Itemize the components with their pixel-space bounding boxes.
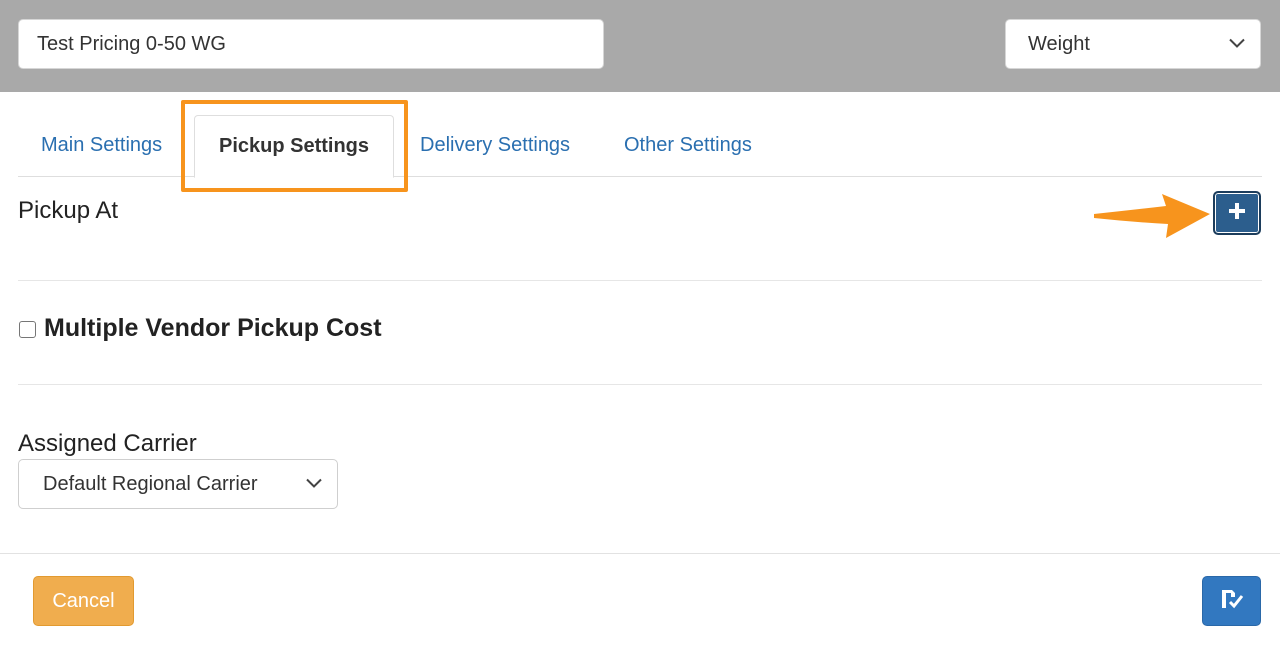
pricing-name-input[interactable] xyxy=(18,19,604,69)
tab-label: Delivery Settings xyxy=(420,134,571,156)
multiple-vendor-pickup-label: Multiple Vendor Pickup Cost xyxy=(44,314,382,342)
assigned-carrier-select[interactable]: Default Regional Carrier xyxy=(18,459,338,509)
settings-tabs: Main Settings Pickup Settings Delivery S… xyxy=(18,114,1262,178)
tab-delivery-settings[interactable]: Delivery Settings xyxy=(420,114,570,177)
multiple-vendor-pickup-checkbox[interactable] xyxy=(19,321,36,338)
tab-label: Other Settings xyxy=(624,134,752,156)
divider xyxy=(18,280,1262,281)
tab-pickup-settings[interactable]: Pickup Settings xyxy=(194,115,394,178)
save-button[interactable] xyxy=(1202,576,1261,626)
assigned-carrier-value: Default Regional Carrier xyxy=(43,472,258,495)
tab-label: Pickup Settings xyxy=(218,135,370,157)
header-bar: Weight xyxy=(0,0,1280,92)
pricing-type-value: Weight xyxy=(1028,32,1090,55)
tab-label: Main Settings xyxy=(41,134,163,156)
add-pickup-location-button[interactable] xyxy=(1213,191,1261,235)
tab-other-settings[interactable]: Other Settings xyxy=(624,114,752,177)
plus-icon xyxy=(1228,202,1246,225)
cancel-button[interactable]: Cancel xyxy=(33,576,134,626)
divider xyxy=(18,384,1262,385)
chevron-down-icon xyxy=(1228,33,1246,56)
arrow-annotation-icon xyxy=(1092,192,1212,247)
assigned-carrier-title: Assigned Carrier xyxy=(18,430,197,457)
save-check-icon xyxy=(1220,588,1244,615)
pickup-at-title: Pickup At xyxy=(18,197,119,224)
chevron-down-icon xyxy=(305,473,323,496)
pricing-type-select[interactable]: Weight xyxy=(1005,19,1261,69)
cancel-label: Cancel xyxy=(52,589,115,612)
tab-main-settings[interactable]: Main Settings xyxy=(41,114,162,177)
footer-divider xyxy=(0,553,1280,554)
